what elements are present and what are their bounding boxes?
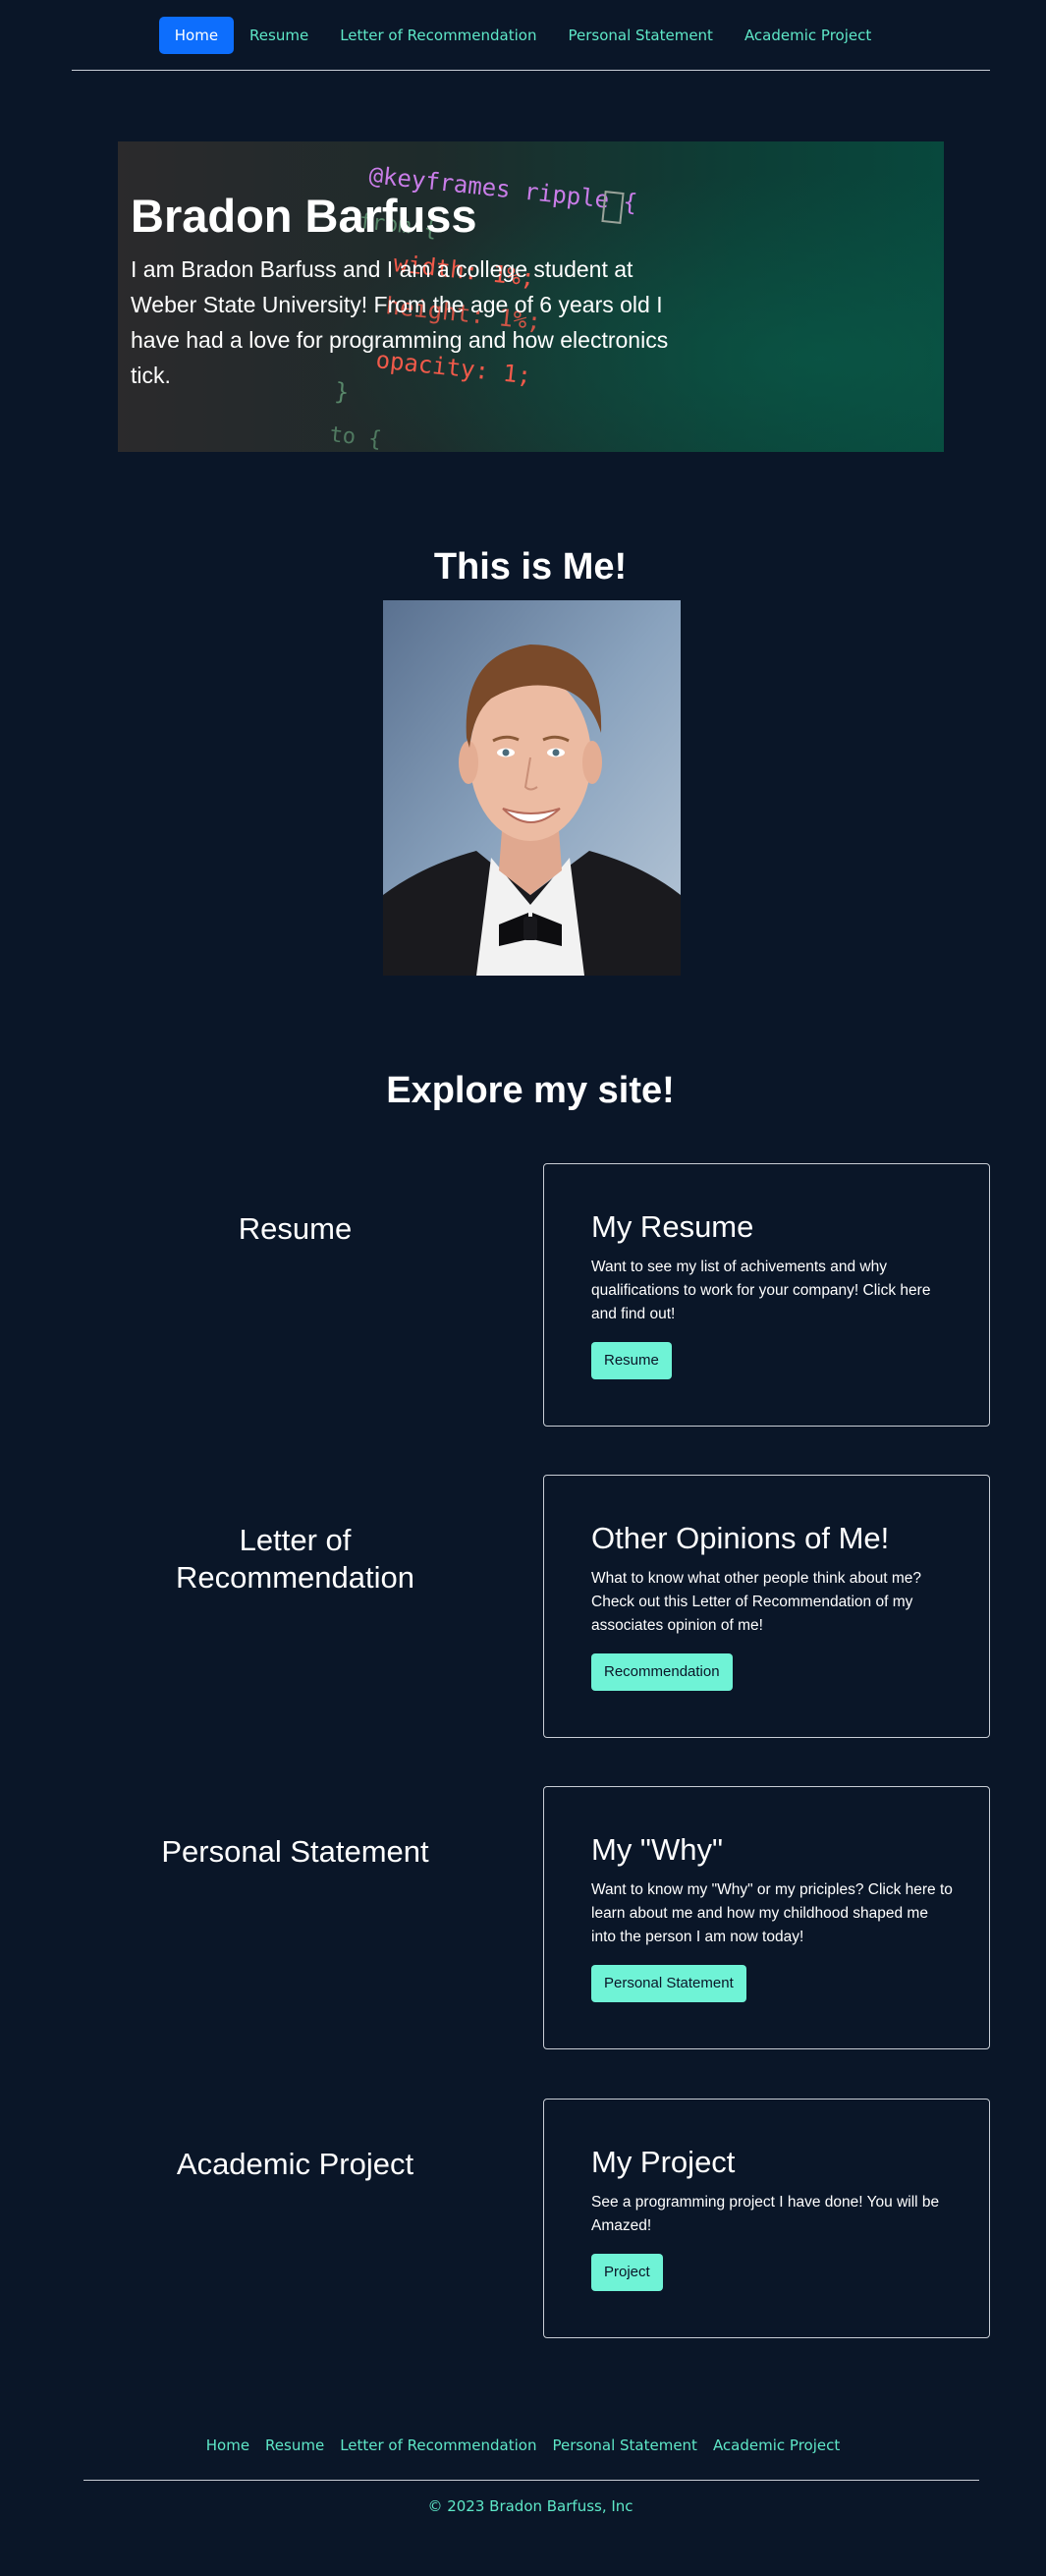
card-text: See a programming project I have done! Y… [591,2194,940,2234]
resume-button[interactable]: Resume [591,1342,672,1379]
hero-title: Bradon Barfuss [131,190,477,242]
footer-divider [83,2480,979,2481]
footer-link-personal-statement[interactable]: Personal Statement [544,2436,704,2454]
recommendation-button[interactable]: Recommendation [591,1653,733,1691]
card-recommendation: Other Opinions of Me! What to know what … [543,1475,990,1738]
card-project: My Project See a programming project I h… [543,2099,990,2338]
footer-link-academic-project[interactable]: Academic Project [705,2436,848,2454]
nav-letter-of-recommendation[interactable]: Letter of Recommendation [324,17,552,54]
card-personal-statement: My "Why" Want to know my "Why" or my pri… [543,1786,990,2049]
card-text: Want to see my list of achivements and w… [591,1259,931,1322]
project-button[interactable]: Project [591,2254,663,2291]
section-label-letter-of-recommendation: Letter of Recommendation [176,1523,414,1595]
nav-divider [72,70,990,71]
card-title: My "Why" [591,1832,723,1867]
footer-nav: Home Resume Letter of Recommendation Per… [0,2431,1046,2460]
hero-intro-text: I am Bradon Barfuss and I am a college s… [131,256,669,388]
section-label-personal-statement: Personal Statement [161,1834,429,1869]
section-label-academic-project: Academic Project [176,2147,414,2181]
footer-link-resume[interactable]: Resume [257,2436,332,2454]
personal-statement-button[interactable]: Personal Statement [591,1965,746,2002]
card-resume: My Resume Want to see my list of achivem… [543,1163,990,1427]
nav-home[interactable]: Home [158,17,235,54]
hero-banner: @keyframes ripple { from { width: 1%; he… [118,141,944,452]
copyright-text: © 2023 Bradon Barfuss, Inc [427,2497,633,2515]
top-nav: Home Resume Letter of Recommendation Per… [0,15,1046,56]
code-line-7: to { [328,422,382,452]
card-title: Other Opinions of Me! [591,1521,890,1555]
explore-title: Explore my site! [386,1070,675,1111]
nav-personal-statement[interactable]: Personal Statement [552,17,728,54]
card-text: Want to know my "Why" or my priciples? C… [591,1881,953,1945]
profile-photo [383,600,681,976]
card-text: What to know what other people think abo… [591,1570,922,1634]
nav-academic-project[interactable]: Academic Project [729,17,887,54]
footer-link-home[interactable]: Home [198,2436,257,2454]
card-title: My Project [591,2145,736,2179]
footer-link-letter-of-recommendation[interactable]: Letter of Recommendation [332,2436,544,2454]
section-label-resume: Resume [238,1211,353,1246]
nav-resume[interactable]: Resume [234,17,324,54]
about-title: This is Me! [433,546,628,588]
card-title: My Resume [591,1209,754,1244]
